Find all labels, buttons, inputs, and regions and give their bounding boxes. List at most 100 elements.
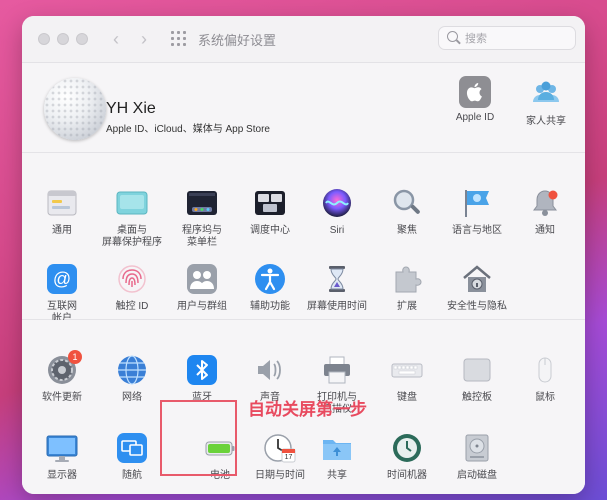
calendar-date: 17 [284,454,293,461]
network-globe-icon [116,354,148,386]
siri-icon [321,187,353,219]
house-lock-icon [461,263,493,295]
minimize-window-button[interactable] [57,33,69,45]
pref-keyboard[interactable]: 键盘 [372,354,442,404]
pref-mission-control[interactable]: 调度中心 [235,187,305,237]
pref-label: 启动磁盘 [457,470,497,481]
pref-label: 安全性与隐私 [447,301,507,312]
bluetooth-icon [186,354,218,386]
pref-label: 随航 [122,470,142,481]
general-icon [46,187,78,219]
pref-bluetooth[interactable]: 蓝牙 [167,354,237,404]
battery-icon [204,432,236,464]
show-all-grid-icon[interactable] [170,30,188,48]
accessibility-icon [254,263,286,295]
dock-menubar-icon [186,187,218,219]
pref-notifications[interactable]: 通知 [510,187,580,237]
pref-label: 调度中心 [250,225,290,236]
title-bar: ‹ › 系统偏好设置 [22,16,585,63]
sharing-folder-icon [321,432,353,464]
pref-displays[interactable]: 显示器 [27,432,97,482]
forward-button[interactable]: › [132,27,156,51]
pref-label-line2: 屏幕保护程序 [102,237,162,248]
family-sharing-icon [533,81,559,102]
mission-control-icon [254,187,286,219]
pref-label: 键盘 [397,392,417,403]
avatar[interactable] [44,78,106,140]
printer-icon [321,354,353,386]
notification-bell-icon [529,187,561,219]
pref-label: 日期与时间 [255,470,305,481]
pref-software-update[interactable]: 1 软件更新 [27,350,97,404]
system-preferences-window: ‹ › 系统偏好设置 YH Xie Apple ID、iCloud、媒体与 Ap… [22,16,585,494]
trackpad-icon [461,354,493,386]
user-subtitle: Apple ID、iCloud、媒体与 App Store [106,124,270,135]
apple-logo-icon [459,76,491,108]
pref-label: 蓝牙 [192,392,212,403]
zoom-window-button[interactable] [76,33,88,45]
time-machine-icon [391,432,423,464]
pref-label: 鼠标 [535,392,555,403]
clock-calendar-icon: 17 [264,432,296,464]
pref-sidecar[interactable]: 随航 [97,432,167,482]
search-icon [447,31,458,42]
pref-label: 语言与地区 [452,225,502,236]
apple-id-label: Apple ID [455,112,495,123]
pref-time-machine[interactable]: 时间机器 [372,432,442,482]
pref-label: 桌面与 [117,225,147,236]
pref-accessibility[interactable]: 辅助功能 [235,263,305,313]
pref-label: 软件更新 [42,392,82,403]
pref-touch-id[interactable]: 触控 ID [97,263,167,313]
pref-desktop-screensaver[interactable]: 桌面与 屏幕保护程序 [97,187,167,249]
pref-extensions[interactable]: 扩展 [372,263,442,313]
pref-label: 时间机器 [387,470,427,481]
pref-label: 显示器 [47,470,77,481]
users-groups-icon [186,263,218,295]
pref-label: 触控 ID [115,301,149,312]
at-sign-icon: @ [46,263,78,295]
back-button[interactable]: ‹ [104,27,128,51]
pref-label: 聚焦 [397,225,417,236]
pref-label: 触控板 [462,392,492,403]
language-region-icon [461,187,493,219]
close-window-button[interactable] [38,33,50,45]
pref-network[interactable]: 网络 [97,354,167,404]
tutorial-annotation: 自动关屏第一步 [248,400,367,419]
sidecar-icon [116,432,148,464]
display-monitor-icon [46,432,78,464]
window-title: 系统偏好设置 [198,33,277,48]
pref-label-line2: 菜单栏 [187,237,217,248]
pref-label: 通用 [52,225,72,236]
speaker-icon [254,354,286,386]
pref-siri[interactable]: Siri [302,187,372,237]
pref-label: 扩展 [397,301,417,312]
pref-security-privacy[interactable]: 安全性与隐私 [442,263,512,313]
pref-mouse[interactable]: 鼠标 [510,354,580,404]
pref-label: 电池 [210,470,230,481]
pref-language-region[interactable]: 语言与地区 [442,187,512,237]
pref-trackpad[interactable]: 触控板 [442,354,512,404]
pref-dock-menubar[interactable]: 程序坞与 菜单栏 [167,187,237,249]
puzzle-piece-icon [391,263,423,295]
pref-general[interactable]: 通用 [27,187,97,237]
family-sharing-pref[interactable]: 家人共享 [518,76,574,127]
pref-sharing[interactable]: 共享 [302,432,372,482]
personal-prefs-section: 通用 桌面与 屏幕保护程序 程序坞与 菜单栏 调度中心 Siri 聚焦 语言与地… [22,153,585,324]
software-update-gear-icon: 1 [46,350,82,386]
pref-users-groups[interactable]: 用户与群组 [167,263,237,313]
pref-label: 共享 [327,470,347,481]
pref-startup-disk[interactable]: 启动磁盘 [442,432,512,482]
pref-internet-accounts[interactable]: @ 互联网 帐户 [27,263,97,325]
svg-text:@: @ [53,269,71,289]
mouse-icon [529,354,561,386]
spotlight-icon [391,187,423,219]
search-field[interactable] [438,26,576,50]
search-input[interactable] [463,30,572,48]
pref-spotlight[interactable]: 聚焦 [372,187,442,237]
hourglass-icon [321,263,353,295]
pref-screen-time[interactable]: 屏幕使用时间 [302,263,372,313]
pref-label: Siri [329,225,345,236]
pref-label: 屏幕使用时间 [307,301,367,312]
desktop-screensaver-icon [116,187,148,219]
apple-id-pref[interactable]: Apple ID [450,76,500,123]
